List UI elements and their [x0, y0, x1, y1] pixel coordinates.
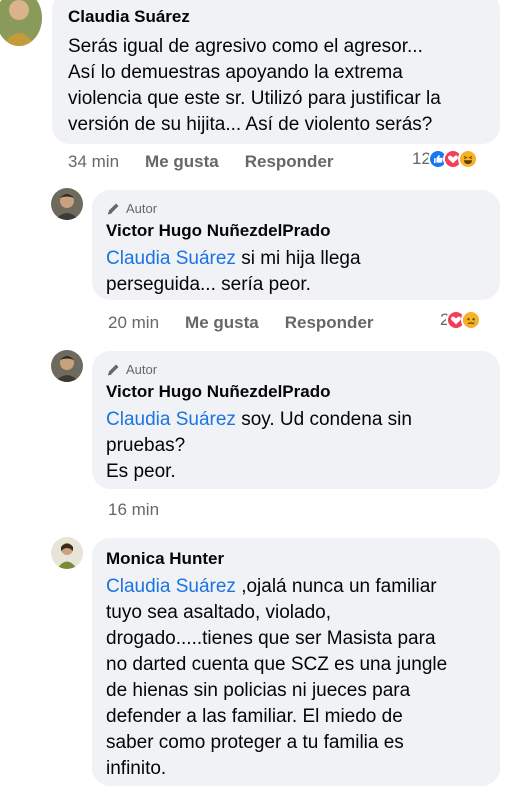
author-badge-label: Autor	[126, 201, 158, 216]
comment-line: Serás igual de agresivo como el agresor.…	[68, 36, 423, 57]
avatar-victor[interactable]	[51, 188, 83, 220]
comment-line: pruebas?	[106, 435, 186, 456]
comment-text: Serás igual de agresivo como el agresor.…	[68, 34, 484, 138]
comment-bubble: Claudia Suárez Serás igual de agresivo c…	[52, 0, 500, 144]
comment-author[interactable]: Monica Hunter	[106, 548, 486, 570]
comment-line: soy. Ud condena sin	[235, 409, 412, 430]
comment-line: no darted cuenta que SCZ es una jungle	[106, 654, 448, 675]
reaction-summary[interactable]: 2	[440, 310, 482, 330]
comment-actions: 20 min Me gusta Responder	[108, 313, 374, 333]
author-badge: Autor	[106, 361, 486, 379]
comment-line: saber como proteger a tu familia es	[106, 732, 404, 753]
comment-line: si mi hija llega	[235, 248, 361, 269]
avatar-claudia[interactable]	[0, 0, 42, 46]
comment-line: Así lo demuestras apoyando la extrema	[68, 62, 403, 83]
author-badge-label: Autor	[126, 362, 158, 377]
reply-button[interactable]: Responder	[285, 313, 374, 333]
pencil-icon	[106, 202, 120, 216]
comment-bubble: Monica Hunter Claudia Suárez ,ojalá nunc…	[92, 538, 500, 786]
mention-link[interactable]: Claudia Suárez	[106, 409, 236, 430]
sad-icon	[461, 310, 482, 330]
comment-text: Claudia Suárez soy. Ud condena sin prueb…	[106, 407, 486, 485]
comment-time[interactable]: 16 min	[108, 500, 159, 520]
like-button[interactable]: Me gusta	[185, 313, 259, 333]
like-button[interactable]: Me gusta	[145, 152, 219, 172]
author-badge: Autor	[106, 200, 486, 218]
comment-author[interactable]: Victor Hugo NuñezdelPrado	[106, 381, 486, 403]
comment-author[interactable]: Victor Hugo NuñezdelPrado	[106, 220, 486, 242]
comment-actions: 34 min Me gusta Responder	[68, 152, 334, 172]
comment-line: tuyo sea asaltado, violado,	[106, 602, 331, 623]
comment-line: versión de su hijita... Así de violento …	[68, 114, 433, 135]
mention-link[interactable]: Claudia Suárez	[106, 576, 236, 597]
comment-line: violencia que este sr. Utilizó para just…	[68, 88, 441, 109]
comment-author[interactable]: Claudia Suárez	[68, 6, 484, 28]
comment-line: de hienas sin policias ni jueces para	[106, 680, 411, 701]
comment-line: ,ojalá nunca un familiar	[235, 576, 437, 597]
comment-time[interactable]: 20 min	[108, 313, 159, 333]
comment-bubble: Autor Victor Hugo NuñezdelPrado Claudia …	[92, 351, 500, 489]
haha-icon	[457, 149, 478, 169]
comment-line: defender a las familiar. El miedo de	[106, 706, 403, 727]
comment-text: Claudia Suárez si mi hija llega persegui…	[106, 246, 486, 298]
comment-time[interactable]: 34 min	[68, 152, 119, 172]
comment-text: Claudia Suárez ,ojalá nunca un familiar …	[106, 574, 486, 782]
comment-actions: 16 min	[108, 500, 159, 520]
reaction-summary[interactable]: 12	[412, 149, 478, 169]
comment-bubble: Autor Victor Hugo NuñezdelPrado Claudia …	[92, 190, 500, 300]
mention-link[interactable]: Claudia Suárez	[106, 248, 236, 269]
avatar-victor[interactable]	[51, 350, 83, 382]
comment-line: perseguida... sería peor.	[106, 274, 311, 295]
comment-line: drogado.....tienes que ser Masista para	[106, 628, 436, 649]
avatar-monica[interactable]	[51, 537, 83, 569]
comment-line: infinito.	[106, 758, 167, 779]
comment-line: Es peor.	[106, 461, 176, 482]
pencil-icon	[106, 363, 120, 377]
reply-button[interactable]: Responder	[245, 152, 334, 172]
